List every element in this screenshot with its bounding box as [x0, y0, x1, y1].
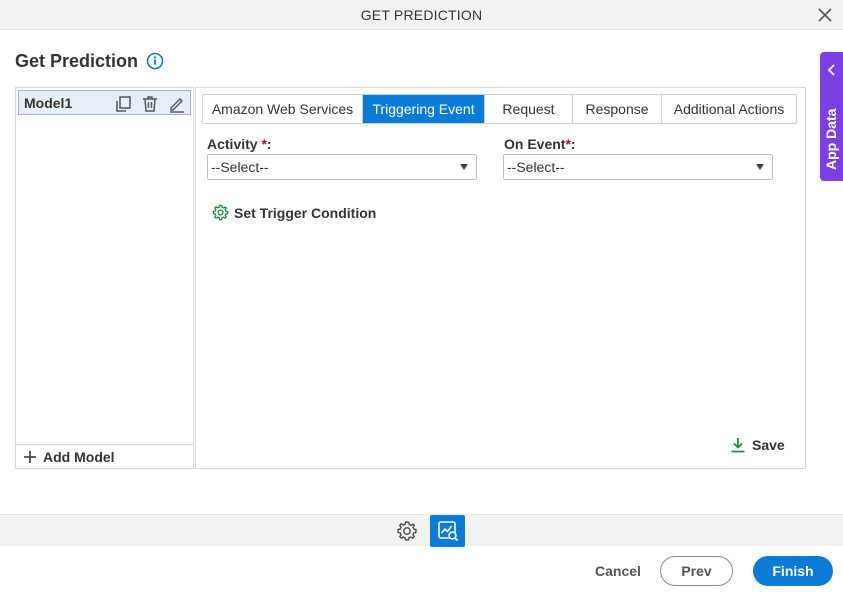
tab-triggering-event[interactable]: Triggering Event: [363, 95, 485, 123]
tab-amazon-web-services[interactable]: Amazon Web Services: [203, 95, 363, 123]
model-name: Model1: [24, 94, 73, 111]
tab-label: Request: [502, 101, 555, 117]
save-label: Save: [752, 437, 785, 453]
save-button[interactable]: Save: [730, 437, 785, 453]
download-icon: [731, 438, 745, 453]
cancel-button[interactable]: Cancel: [587, 556, 649, 586]
on-event-label-text: On Event: [504, 136, 566, 152]
activity-select[interactable]: --Select--: [207, 154, 477, 180]
edit-icon[interactable]: [167, 94, 186, 113]
tab-label: Additional Actions: [673, 101, 785, 117]
window-title: GET PREDICTION: [360, 6, 483, 23]
tab-label: Triggering Event: [372, 101, 475, 117]
gear-icon: [212, 204, 229, 221]
on-event-label: On Event*:: [504, 136, 576, 152]
settings-gear-icon[interactable]: [396, 520, 418, 542]
copy-icon[interactable]: [113, 94, 132, 113]
models-panel: Model1 Add Model: [15, 87, 194, 469]
app-data-label: App Data: [823, 108, 839, 170]
tab-request[interactable]: Request: [485, 95, 573, 123]
info-icon[interactable]: [146, 52, 164, 70]
on-event-select-value: --Select--: [507, 159, 565, 175]
tab-bar: Amazon Web Services Triggering Event Req…: [202, 94, 797, 124]
finish-button[interactable]: Finish: [753, 556, 833, 586]
analytics-search-icon[interactable]: [430, 515, 465, 547]
tab-label: Amazon Web Services: [211, 101, 354, 117]
page-title: Get Prediction: [15, 50, 139, 71]
prev-button[interactable]: Prev: [660, 556, 733, 586]
activity-label: Activity *:: [207, 136, 272, 152]
label-colon: :: [266, 136, 272, 152]
caret-down-icon: [460, 164, 468, 170]
on-event-select[interactable]: --Select--: [503, 154, 773, 180]
plus-icon: [24, 450, 36, 463]
delete-icon[interactable]: [140, 94, 159, 113]
add-model-button[interactable]: Add Model: [16, 444, 193, 468]
caret-down-icon: [756, 164, 764, 170]
tab-response[interactable]: Response: [573, 95, 662, 123]
label-colon: :: [570, 136, 576, 152]
chevron-left-icon: [827, 64, 835, 76]
set-trigger-condition-label: Set Trigger Condition: [234, 204, 377, 221]
main-panel: Amazon Web Services Triggering Event Req…: [195, 87, 806, 469]
tab-label: Response: [585, 101, 649, 117]
bottom-toolbar: [0, 514, 843, 547]
tab-additional-actions[interactable]: Additional Actions: [662, 95, 796, 123]
title-bar: GET PREDICTION: [0, 0, 843, 30]
activity-select-value: --Select--: [211, 159, 269, 175]
page-heading: Get Prediction: [15, 50, 164, 72]
add-model-label: Add Model: [43, 448, 115, 465]
set-trigger-condition-button[interactable]: Set Trigger Condition: [212, 204, 376, 221]
close-icon[interactable]: [815, 5, 835, 25]
app-data-tab[interactable]: App Data: [820, 52, 843, 181]
activity-label-text: Activity: [207, 136, 262, 152]
model-list-item[interactable]: Model1: [18, 90, 191, 115]
